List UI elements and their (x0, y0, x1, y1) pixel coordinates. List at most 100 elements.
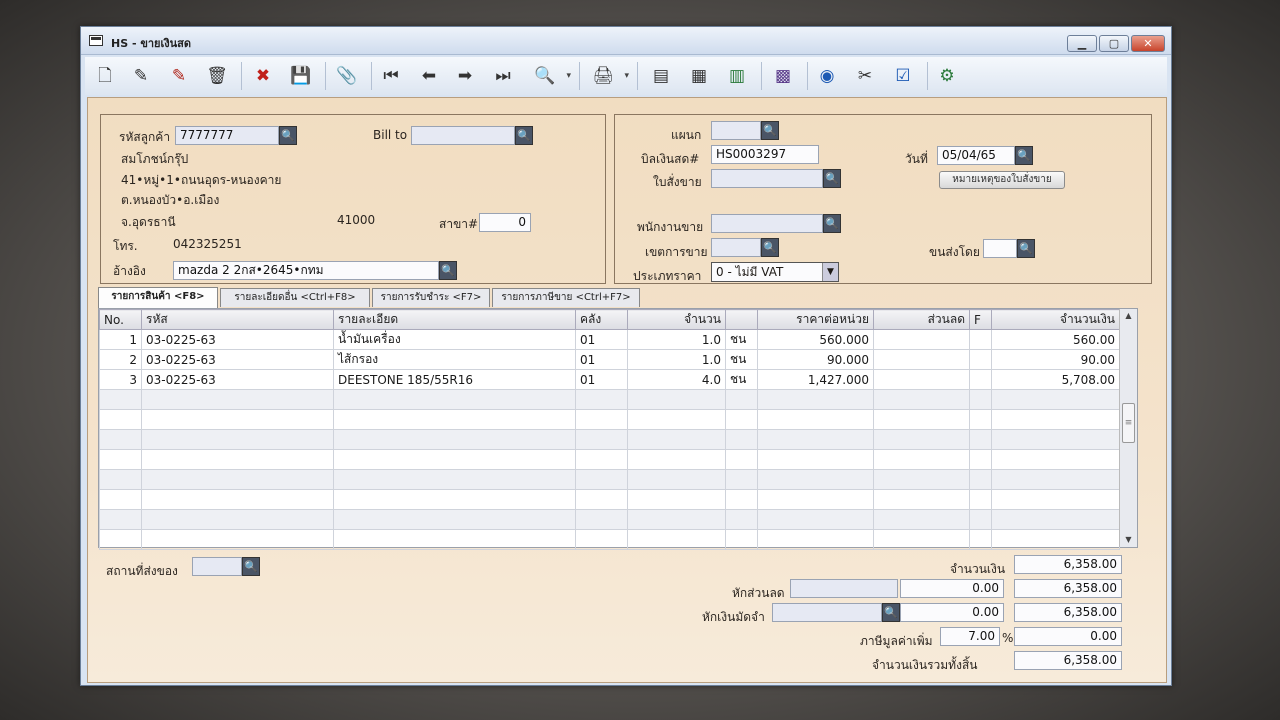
empty-cell (757, 529, 874, 550)
settings-icon[interactable]: ⚙ (933, 62, 961, 90)
row-unit: ชน (725, 369, 758, 390)
salesperson-search-icon[interactable]: 🔍 (823, 214, 841, 233)
trash-icon[interactable]: 🗑 (203, 62, 231, 90)
date-picker-icon[interactable]: 🔍 (1015, 146, 1033, 165)
edit-red-icon[interactable]: ✎ (165, 62, 193, 90)
report-icon[interactable]: ▤ (647, 62, 675, 90)
col-warehouse[interactable]: คลัง (575, 309, 628, 330)
shipping-field[interactable] (983, 239, 1017, 258)
col-amount[interactable]: จำนวนเงิน (991, 309, 1120, 330)
chevron-down-icon[interactable]: ▼ (822, 263, 838, 281)
date-label: วันที่ (905, 152, 928, 166)
delivery-place-search-icon[interactable]: 🔍 (242, 557, 260, 576)
close-button[interactable]: ✕ (1131, 35, 1165, 52)
empty-row[interactable] (99, 449, 1120, 470)
calendar-icon[interactable]: ▩ (769, 62, 797, 90)
edit-icon[interactable]: ✎ (127, 62, 155, 90)
next-record-icon[interactable]: ➡ (451, 62, 479, 90)
sales-zone-field[interactable] (711, 238, 761, 257)
new-icon[interactable]: 🗋 (91, 62, 119, 90)
minimize-button[interactable]: ▁ (1067, 35, 1097, 52)
empty-cell (575, 449, 628, 470)
row-flag (969, 369, 992, 390)
vat-rate-field[interactable]: 7.00 (940, 627, 1000, 646)
customer-code-field[interactable]: 7777777 (175, 126, 279, 145)
col-flag[interactable]: F (969, 309, 992, 330)
cancel-icon[interactable]: ✖ (249, 62, 277, 90)
empty-cell (757, 489, 874, 510)
department-field[interactable] (711, 121, 761, 140)
customer-search-icon[interactable]: 🔍 (279, 126, 297, 145)
empty-row[interactable] (99, 409, 1120, 430)
sales-order-search-icon[interactable]: 🔍 (823, 169, 841, 188)
sales-order-field[interactable] (711, 169, 823, 188)
table-row[interactable]: 2 03-0225-63 ไส้กรอง 01 1.0 ชน 90.000 90… (99, 349, 1120, 370)
salesperson-field[interactable] (711, 214, 823, 233)
empty-row[interactable] (99, 509, 1120, 530)
empty-row[interactable] (99, 469, 1120, 490)
price-type-select[interactable]: 0 - ไม่มี VAT ▼ (711, 262, 839, 282)
billto-field[interactable] (411, 126, 515, 145)
col-description[interactable]: รายละเอียด (333, 309, 576, 330)
reference-search-icon[interactable]: 🔍 (439, 261, 457, 280)
empty-cell (725, 409, 758, 430)
title-bar[interactable]: HS - ขายเงินสด ▁ ▢ ✕ (81, 27, 1171, 55)
col-unit[interactable] (725, 309, 758, 330)
empty-row[interactable] (99, 529, 1120, 550)
row-no: 1 (99, 329, 142, 350)
prev-record-icon[interactable]: ⬅ (415, 62, 443, 90)
chart-icon[interactable]: ▥ (723, 62, 751, 90)
col-no[interactable]: No. (99, 309, 142, 330)
row-no: 3 (99, 369, 142, 390)
date-field[interactable]: 05/04/65 (937, 146, 1015, 165)
col-discount[interactable]: ส่วนลด (873, 309, 970, 330)
scroll-thumb[interactable]: ≡ (1122, 403, 1135, 443)
col-code[interactable]: รหัส (141, 309, 334, 330)
sales-zone-search-icon[interactable]: 🔍 (761, 238, 779, 257)
table-row[interactable]: 1 03-0225-63 น้ำมันเครื่อง 01 1.0 ชน 560… (99, 329, 1120, 350)
sales-order-note-button[interactable]: หมายเหตุของใบสั่งขาย (939, 171, 1065, 189)
grid-scrollbar[interactable]: ▲ ≡ ▼ (1119, 309, 1137, 547)
attach-icon[interactable]: 📎 (333, 62, 361, 90)
find-icon[interactable]: 🔍 (531, 62, 571, 90)
empty-cell (575, 529, 628, 550)
vat-label: ภาษีมูลค่าเพิ่ม (860, 634, 933, 648)
discount-input[interactable] (790, 579, 898, 598)
deposit-search-icon[interactable]: 🔍 (882, 603, 900, 622)
tab-items[interactable]: รายการสินค้า <F8> (98, 287, 218, 308)
col-quantity[interactable]: จำนวน (627, 309, 726, 330)
empty-row[interactable] (99, 489, 1120, 510)
empty-row[interactable] (99, 429, 1120, 450)
tab-other-details[interactable]: รายละเอียดอื่น <Ctrl+F8> (220, 288, 370, 307)
scissors-ok-icon[interactable]: ✂ (851, 62, 879, 90)
delivery-place-field[interactable] (192, 557, 242, 576)
department-search-icon[interactable]: 🔍 (761, 121, 779, 140)
deposit-input[interactable] (772, 603, 882, 622)
form-body: รหัสลูกค้า 7777777 🔍 Bill to 🔍 สมโภชน์กร… (87, 97, 1167, 683)
billto-search-icon[interactable]: 🔍 (515, 126, 533, 145)
branch-field[interactable]: 0 (479, 213, 531, 232)
amount-label: จำนวนเงิน (950, 562, 1006, 576)
disk-ok-icon[interactable]: ◉ (813, 62, 841, 90)
col-unit-price[interactable]: ราคาต่อหน่วย (757, 309, 874, 330)
empty-cell (333, 489, 576, 510)
save-icon[interactable]: 💾 (287, 62, 315, 90)
scroll-up-icon[interactable]: ▲ (1120, 309, 1137, 323)
reference-field[interactable]: mazda 2 2กส•2645•กทม (173, 261, 439, 280)
print-icon[interactable]: 🖨 (589, 62, 629, 90)
row-flag (969, 349, 992, 370)
empty-row[interactable] (99, 389, 1120, 410)
form-icon[interactable]: ▦ (685, 62, 713, 90)
empty-cell (873, 529, 970, 550)
ok-icon[interactable]: ☑ (889, 62, 917, 90)
scroll-down-icon[interactable]: ▼ (1120, 533, 1137, 547)
window-title: HS - ขายเงินสด (111, 37, 192, 50)
last-record-icon[interactable]: ⏭ (489, 62, 517, 90)
shipping-search-icon[interactable]: 🔍 (1017, 239, 1035, 258)
bill-no-field[interactable]: HS0003297 (711, 145, 819, 164)
tab-payments[interactable]: รายการรับชำระ <F7> (372, 288, 490, 307)
maximize-button[interactable]: ▢ (1099, 35, 1129, 52)
table-row[interactable]: 3 03-0225-63 DEESTONE 185/55R16 01 4.0 ช… (99, 369, 1120, 390)
first-record-icon[interactable]: ⏮ (377, 62, 405, 90)
tab-sales-tax[interactable]: รายการภาษีขาย <Ctrl+F7> (492, 288, 640, 307)
